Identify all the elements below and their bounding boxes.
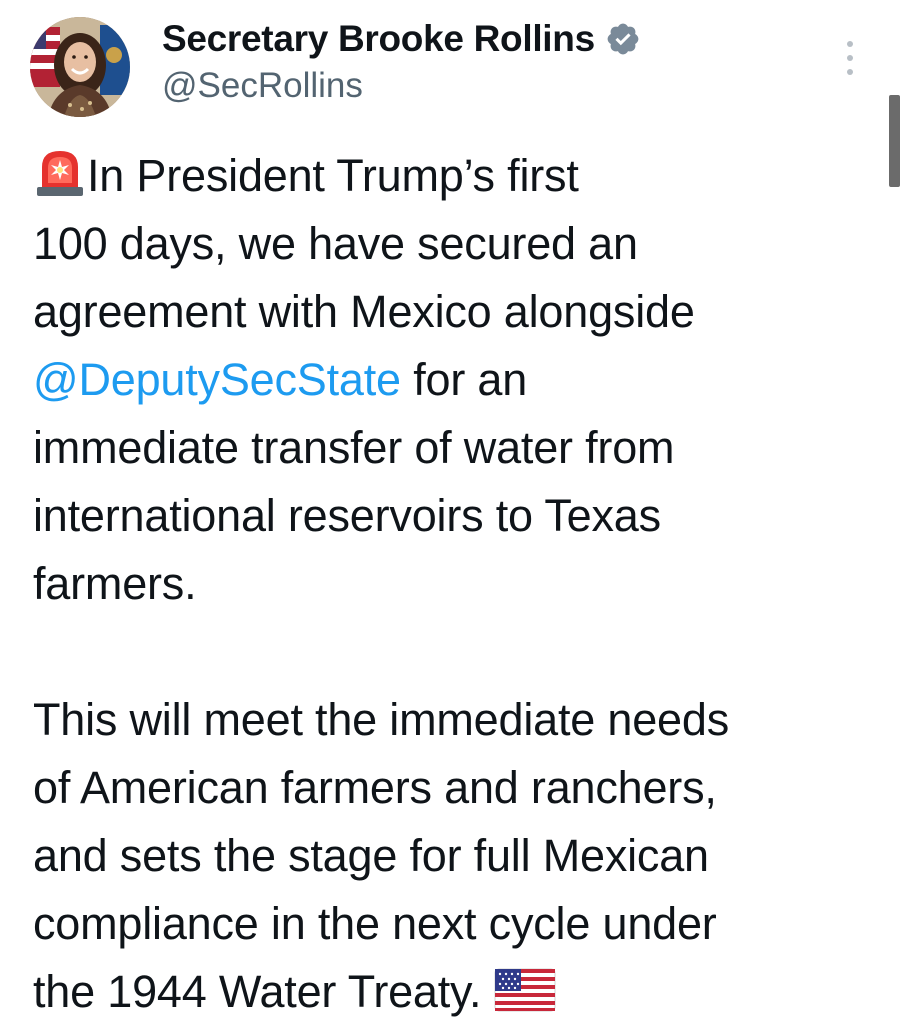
author-name-row: Secretary Brooke Rollins xyxy=(162,14,641,64)
tweet-line-text: international reservoirs to Texas xyxy=(33,490,661,541)
author-display-name[interactable]: Secretary Brooke Rollins xyxy=(162,18,595,60)
tweet-line: of American farmers and ranchers, xyxy=(33,754,883,822)
scrollbar-thumb[interactable] xyxy=(889,95,900,187)
tweet-line-text: In President Trump’s first xyxy=(87,150,579,201)
avatar-image xyxy=(30,17,130,117)
tweet-line: international reservoirs to Texas xyxy=(33,482,883,550)
tweet-line-text: farmers. xyxy=(33,558,197,609)
author-handle[interactable]: @SecRollins xyxy=(162,66,363,106)
mention-link[interactable]: @DeputySecState xyxy=(33,354,401,405)
tweet-line: In President Trump’s first xyxy=(33,142,883,210)
police-car-light-emoji xyxy=(37,151,83,196)
tweet-line-text: agreement with Mexico alongside xyxy=(33,286,695,337)
tweet-line-text: of American farmers and ranchers, xyxy=(33,762,717,813)
tweet-header: Secretary Brooke Rollins @SecRollins xyxy=(0,0,900,130)
us-flag-emoji xyxy=(494,968,556,1012)
tweet-line: agreement with Mexico alongside xyxy=(33,278,883,346)
tweet-line: and sets the stage for full Mexican xyxy=(33,822,883,890)
verified-badge-icon xyxy=(607,23,639,55)
tweet-line-text: the 1944 Water Treaty. xyxy=(33,966,494,1017)
tweet-line: farmers. xyxy=(33,550,883,618)
tweet-line-text: 100 days, we have secured an xyxy=(33,218,638,269)
tweet-line: compliance in the next cycle under xyxy=(33,890,883,958)
avatar[interactable] xyxy=(30,17,130,117)
tweet-line: the 1944 Water Treaty. xyxy=(33,958,883,1026)
more-options-icon[interactable] xyxy=(838,38,862,78)
tweet-line-text: and sets the stage for full Mexican xyxy=(33,830,709,881)
tweet-text: In President Trump’s first 100 days, we … xyxy=(33,142,883,1026)
tweet-line: This will meet the immediate needs xyxy=(33,686,883,754)
tweet-line-text: compliance in the next cycle under xyxy=(33,898,717,949)
tweet-line-text: This will meet the immediate needs xyxy=(33,694,729,745)
tweet-line: @DeputySecState for an xyxy=(33,346,883,414)
tweet-line: immediate transfer of water from xyxy=(33,414,883,482)
tweet-line-text: immediate transfer of water from xyxy=(33,422,675,473)
tweet-line: 100 days, we have secured an xyxy=(33,210,883,278)
tweet-line-text: for an xyxy=(400,354,528,405)
